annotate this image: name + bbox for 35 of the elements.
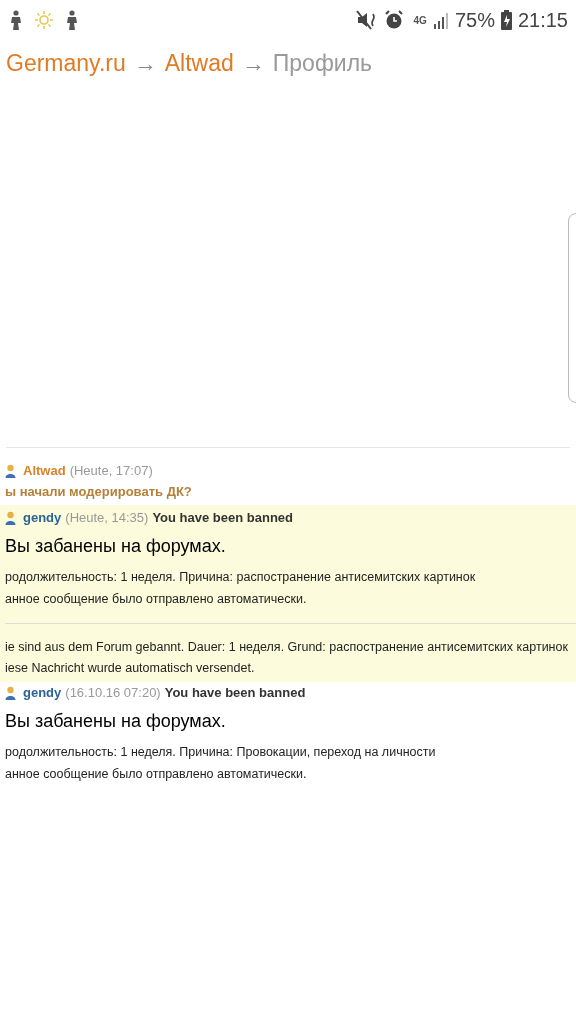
battery-icon xyxy=(500,10,512,30)
notice-text: анное сообщение было отправлено автоматически. xyxy=(5,590,308,608)
breadcrumb-link[interactable]: Altwad xyxy=(164,46,234,81)
breadcrumb-link[interactable]: Germany.ru xyxy=(6,46,126,81)
notice-text: ie sind aus dem Forum gebannt. Dauer: 1 неделя. Grund: распостранение антисемитских картинок xyxy=(5,638,569,656)
notice-text: родолжительность: 1 неделя. Причина: Провокации, переход на личности xyxy=(5,744,437,761)
user-icon xyxy=(5,463,16,478)
notice-heading: Вы забанены на форумах. xyxy=(5,710,227,733)
user-icon xyxy=(5,511,16,525)
network-label: 4G xyxy=(413,13,427,28)
breadcrumb-separator: → xyxy=(241,49,265,78)
battery-percent: 75% xyxy=(454,8,495,33)
breadcrumb-separator: → xyxy=(133,49,157,78)
clock-time: 21:15 xyxy=(517,8,568,33)
message-time: (Heute, 17:07) xyxy=(69,461,153,480)
message-subject: You have been banned xyxy=(164,684,306,702)
figure-icon xyxy=(8,10,24,30)
notice-text: iese Nachricht wurde automatisch versendet. xyxy=(5,660,256,678)
message-text: ы начали модерировать ДК? xyxy=(5,482,193,501)
alarm-icon xyxy=(383,10,404,30)
user-icon xyxy=(5,686,16,700)
notice-text: анное сообщение было отправлено автоматически. xyxy=(5,765,308,783)
message-time: (16.10.16 07:20) xyxy=(65,684,161,702)
message-subject: You have been banned xyxy=(152,509,294,527)
signal-icon xyxy=(432,11,449,29)
mute-icon xyxy=(355,10,378,30)
author-link[interactable]: Altwad xyxy=(23,461,66,480)
sun-icon xyxy=(34,10,54,30)
breadcrumb-current: Профиль xyxy=(272,49,373,78)
figure-icon xyxy=(64,10,80,30)
author-link[interactable]: gendy xyxy=(23,684,62,702)
notice-heading: Вы забанены на форумах. xyxy=(5,535,227,558)
author-link[interactable]: gendy xyxy=(23,509,62,527)
notice-text: родолжительность: 1 неделя. Причина: распостранение антисемитских картинок xyxy=(5,569,477,586)
message-time: (Heute, 14:35) xyxy=(65,509,149,527)
